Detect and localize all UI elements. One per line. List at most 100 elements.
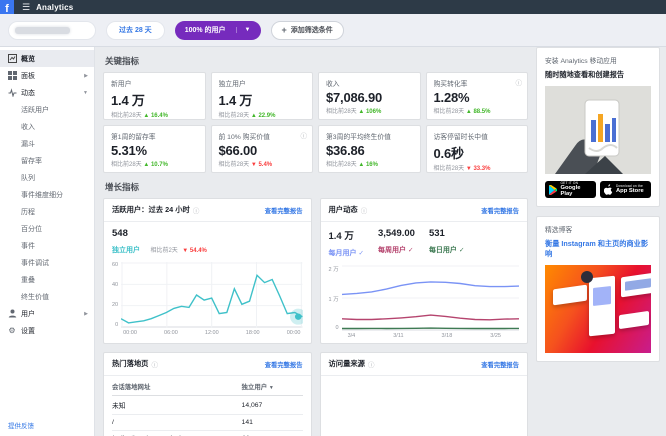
metric-card-avg-ltv[interactable]: 第3周的平均终生价值 $36.86 相比前28天 ▲ 16% bbox=[318, 125, 421, 173]
sidebar-item-percentiles[interactable]: 百分位 bbox=[0, 220, 94, 237]
metric-delta: ▼ 5.4% bbox=[251, 162, 272, 168]
cell-url: / bbox=[112, 415, 242, 431]
sidebar-item-overlap[interactable]: 重叠 bbox=[0, 271, 94, 288]
sidebar-item-settings[interactable]: ⚙ 设置 bbox=[0, 322, 94, 339]
metric-value: 1.4 万 bbox=[219, 90, 306, 109]
overview-icon bbox=[7, 54, 17, 64]
metric-delta: ▼ 33.3% bbox=[466, 166, 491, 172]
daily-users-stat[interactable]: 531 每日用户✓ bbox=[429, 228, 464, 260]
metric-label: 第3周的平均终生价值 bbox=[326, 131, 413, 141]
info-icon[interactable]: ⓘ bbox=[516, 77, 523, 87]
sidebar-item-overview[interactable]: 概览 bbox=[0, 50, 94, 67]
add-filter-button[interactable]: + 添加筛选条件 bbox=[271, 21, 344, 40]
monthly-users-stat[interactable]: 1.4 万 每月用户✓ bbox=[329, 228, 364, 260]
page-selector[interactable] bbox=[8, 21, 96, 40]
metric-card-purchase-conversion[interactable]: ⓘ 购买转化率 1.28% 相比前28天 ▲ 88.5% bbox=[426, 72, 529, 120]
metric-value: $7,086.90 bbox=[326, 90, 413, 105]
chevron-down-icon: ▼ bbox=[236, 27, 251, 33]
app-store-badge[interactable]: Download on theApp Store bbox=[600, 181, 651, 198]
sidebar-item-lifetime-value[interactable]: 终生价值 bbox=[0, 288, 94, 305]
metric-card-top10-purchase-value[interactable]: ⓘ 前 10% 购买价值 $66.00 相比前28天 ▼ 5.4% bbox=[211, 125, 314, 173]
apple-icon bbox=[604, 184, 613, 195]
active-users-compare: 相比前2天 bbox=[150, 248, 177, 254]
metric-card-week1-retention[interactable]: 第1周的留存率 5.31% 相比前28天 ▲ 10.7% bbox=[103, 125, 206, 173]
sort-desc-icon: ▼ bbox=[269, 385, 274, 391]
metric-compare: 相比前28天 bbox=[434, 166, 465, 172]
sidebar-item-retention[interactable]: 留存率 bbox=[0, 152, 94, 169]
sidebar-item-label: 面板 bbox=[21, 71, 35, 81]
stat-value: 1.4 万 bbox=[329, 228, 364, 242]
view-full-report-link[interactable]: 查看完整报告 bbox=[265, 360, 303, 369]
sidebar-item-people[interactable]: 用户 ▶ bbox=[0, 305, 94, 322]
sidebar-item-event-debugging[interactable]: 事件调试 bbox=[0, 254, 94, 271]
blog-post-link[interactable]: 衡量 Instagram 和主页的商业影响 bbox=[545, 239, 651, 259]
metric-compare: 相比前28天 bbox=[219, 113, 250, 119]
featured-blog-card: 精选博客 衡量 Instagram 和主页的商业影响 bbox=[536, 216, 660, 362]
person-icon bbox=[7, 309, 17, 319]
x-axis-labels: 3/43/113/183/25 bbox=[342, 333, 519, 339]
sidebar-item-events[interactable]: 事件 bbox=[0, 237, 94, 254]
stat-label: 每日用户 bbox=[429, 247, 457, 254]
info-icon[interactable]: ⓘ bbox=[151, 359, 158, 369]
column-header-url[interactable]: 会话落地网址 bbox=[112, 378, 242, 396]
date-range-button[interactable]: 过去 28 天 bbox=[106, 21, 165, 40]
info-icon[interactable]: ⓘ bbox=[361, 205, 368, 215]
metric-card-median-visit-duration[interactable]: 访客停留时长中值 0.6秒 相比前28天 ▼ 33.3% bbox=[426, 125, 529, 173]
sidebar-item-label: 队列 bbox=[21, 173, 35, 183]
sidebar-item-journeys[interactable]: 历程 bbox=[0, 203, 94, 220]
metric-delta: ▲ 106% bbox=[358, 109, 381, 115]
sidebar-item-label: 事件维度细分 bbox=[21, 190, 63, 200]
weekly-users-stat[interactable]: 3,549.00 每周用户✓ bbox=[378, 228, 415, 260]
growth-metrics-title: 增长指标 bbox=[105, 181, 528, 193]
info-icon[interactable]: ⓘ bbox=[301, 130, 308, 140]
table-row[interactable]: /collections/new-arrival 44 bbox=[112, 431, 303, 436]
sidebar-item-breakdowns[interactable]: 事件维度细分 bbox=[0, 186, 94, 203]
sidebar-item-label: 百分位 bbox=[21, 224, 42, 234]
metric-label[interactable]: 第1周的留存率 bbox=[111, 131, 198, 141]
facebook-logo-icon[interactable]: f bbox=[0, 0, 14, 14]
sidebar-item-label: 重叠 bbox=[21, 275, 35, 285]
metric-card-new-users[interactable]: 新用户 1.4 万 相比前28天 ▲ 16.4% bbox=[103, 72, 206, 120]
view-full-report-link[interactable]: 查看完整报告 bbox=[481, 206, 519, 215]
sidebar-item-revenue[interactable]: 收入 bbox=[0, 118, 94, 135]
sidebar-item-active-users[interactable]: 活跃用户 bbox=[0, 101, 94, 118]
main-content: 关键指标 新用户 1.4 万 相比前28天 ▲ 16.4% 独立用户 1.4 万… bbox=[103, 47, 528, 436]
sidebar-item-cohorts[interactable]: 队列 bbox=[0, 169, 94, 186]
blog-post-image[interactable] bbox=[545, 265, 651, 353]
sidebar-item-funnels[interactable]: 漏斗 bbox=[0, 135, 94, 152]
active-users-line-chart[interactable] bbox=[121, 262, 302, 328]
view-full-report-link[interactable]: 查看完整报告 bbox=[481, 360, 519, 369]
badge-line2: App Store bbox=[616, 188, 644, 194]
active-users-value: 548 bbox=[112, 228, 303, 239]
cell-users: 14,067 bbox=[242, 396, 303, 415]
metric-card-revenue[interactable]: 收入 $7,086.90 相比前28天 ▲ 106% bbox=[318, 72, 421, 120]
user-activity-panel: 用户动态 ⓘ 查看完整报告 1.4 万 每月用户✓ 3,549.00 bbox=[320, 198, 529, 344]
metric-label: 新用户 bbox=[111, 78, 198, 88]
hamburger-menu-icon[interactable]: ☰ bbox=[22, 2, 30, 13]
metric-delta: ▲ 16.4% bbox=[143, 113, 168, 119]
sidebar-item-label: 收入 bbox=[21, 122, 35, 132]
sidebar-item-activity[interactable]: 动态 ▼ bbox=[0, 84, 94, 101]
phone-illustration bbox=[545, 86, 651, 174]
analytics-dashboard: f ☰ Analytics 过去 28 天 100% 的用户 ▼ + 添加筛选条… bbox=[0, 0, 666, 436]
metric-label: 购买转化率 bbox=[434, 78, 521, 88]
user-activity-line-chart[interactable] bbox=[342, 265, 519, 331]
sidebar-item-dashboards[interactable]: 面板 ▶ bbox=[0, 67, 94, 84]
stat-label: 每周用户 bbox=[378, 247, 406, 254]
column-header-users[interactable]: 独立用户 ▼ bbox=[242, 378, 303, 396]
info-icon[interactable]: ⓘ bbox=[368, 359, 375, 369]
table-row[interactable]: / 141 bbox=[112, 415, 303, 431]
metric-compare: 相比前28天 bbox=[326, 162, 357, 168]
top-landing-pages-panel: 热门落地页 ⓘ 查看完整报告 会话落地网址 独立用户 ▼ bbox=[103, 352, 312, 436]
right-rail: 安装 Analytics 移动应用 随时随地查看和创建报告 bbox=[536, 47, 660, 371]
view-full-report-link[interactable]: 查看完整报告 bbox=[265, 206, 303, 215]
check-icon: ✓ bbox=[459, 247, 464, 254]
info-icon[interactable]: ⓘ bbox=[193, 205, 200, 215]
give-feedback-link[interactable]: 提供反馈 bbox=[8, 420, 34, 430]
segment-dropdown[interactable]: 100% 的用户 ▼ bbox=[175, 21, 261, 40]
google-play-badge[interactable]: GET IT ONGoogle Play bbox=[545, 181, 596, 198]
metric-delta: ▲ 22.9% bbox=[251, 113, 276, 119]
plus-icon: + bbox=[282, 25, 287, 35]
metric-card-unique-users[interactable]: 独立用户 1.4 万 相比前28天 ▲ 22.9% bbox=[211, 72, 314, 120]
table-row[interactable]: 未知 14,067 bbox=[112, 396, 303, 415]
